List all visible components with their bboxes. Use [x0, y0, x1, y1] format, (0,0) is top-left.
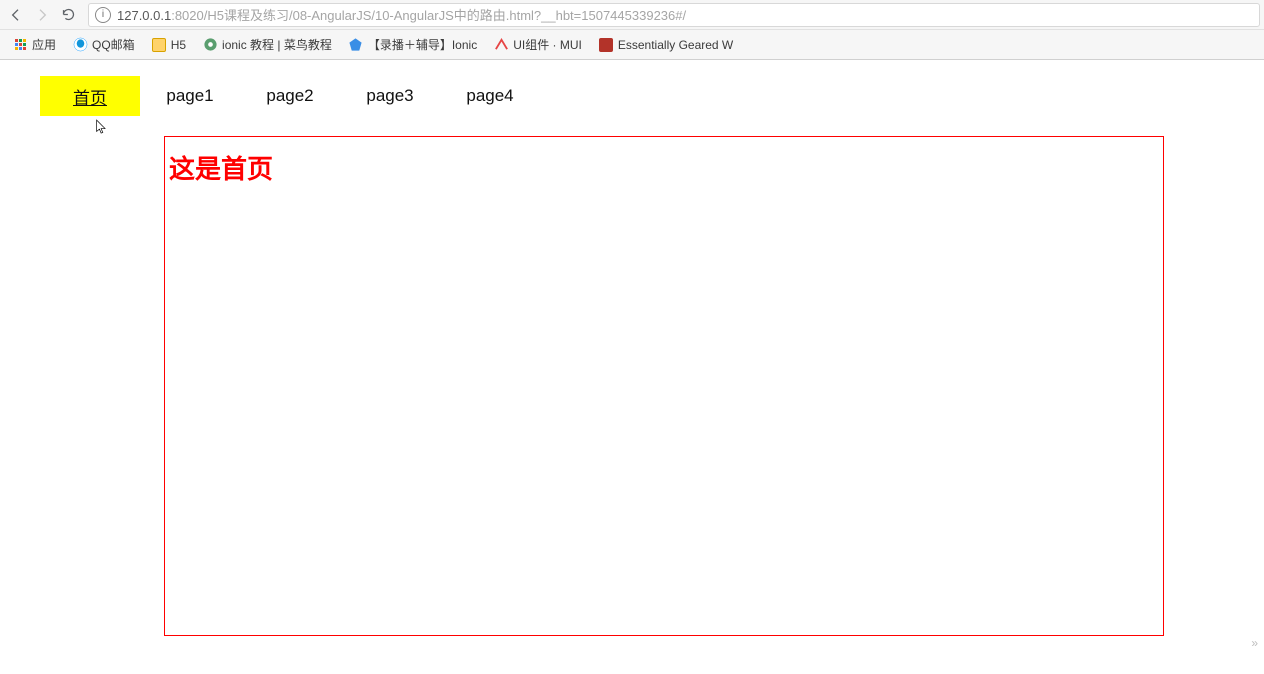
bookmark-mui[interactable]: UI组件 · MUI — [489, 34, 586, 55]
bookmark-ionic-course[interactable]: 【录播＋辅导】Ionic — [344, 34, 481, 55]
ionic-icon — [202, 37, 218, 53]
tab-page3[interactable]: page3 — [340, 76, 440, 116]
bookmark-h5[interactable]: H5 — [147, 35, 190, 55]
bookmarks-bar: 应用 QQ邮箱 H5 ionic 教程 | 菜鸟教程 【录播＋辅导】Ionic … — [0, 30, 1264, 60]
bookmark-ionic[interactable]: ionic 教程 | 菜鸟教程 — [198, 34, 336, 55]
eg-icon — [598, 37, 614, 53]
bookmark-label: Essentially Geared W — [618, 38, 733, 52]
bookmark-label: UI组件 · MUI — [513, 36, 582, 53]
bookmark-label: H5 — [171, 38, 186, 52]
tab-label: page2 — [266, 86, 313, 106]
tab-label: page3 — [366, 86, 413, 106]
bookmark-label: 应用 — [32, 36, 56, 53]
view-heading: 这是首页 — [165, 137, 1163, 186]
browser-nav-bar: i 127.0.0.1:8020/H5课程及练习/08-AngularJS/10… — [0, 0, 1264, 30]
tab-label: page4 — [466, 86, 513, 106]
bookmark-essentially-geared[interactable]: Essentially Geared W — [594, 35, 737, 55]
bookmark-label: ionic 教程 | 菜鸟教程 — [222, 36, 332, 53]
bookmark-label: QQ邮箱 — [92, 36, 135, 53]
tab-page4[interactable]: page4 — [440, 76, 540, 116]
url-host: 127.0.0.1:8020/H5课程及练习/08-AngularJS/10-A… — [117, 5, 686, 24]
tab-home[interactable]: 首页 — [40, 76, 140, 116]
tab-page2[interactable]: page2 — [240, 76, 340, 116]
page-content: 首页 page1 page2 page3 page4 这是首页 — [0, 60, 1264, 666]
apps-icon — [12, 37, 28, 53]
qq-icon — [72, 37, 88, 53]
diamond-icon — [348, 37, 364, 53]
router-view: 这是首页 — [164, 136, 1164, 636]
folder-icon — [151, 37, 167, 53]
bookmark-apps[interactable]: 应用 — [8, 34, 60, 55]
mui-icon — [493, 37, 509, 53]
site-info-icon[interactable]: i — [95, 7, 111, 23]
reload-button[interactable] — [56, 3, 80, 27]
back-button[interactable] — [4, 3, 28, 27]
forward-button[interactable] — [30, 3, 54, 27]
tab-label: 首页 — [73, 84, 107, 109]
tab-label: page1 — [166, 86, 213, 106]
bookmarks-overflow-icon[interactable]: » — [1251, 636, 1258, 650]
route-tabs: 首页 page1 page2 page3 page4 — [40, 76, 1264, 116]
address-bar[interactable]: i 127.0.0.1:8020/H5课程及练习/08-AngularJS/10… — [88, 3, 1260, 27]
tab-page1[interactable]: page1 — [140, 76, 240, 116]
bookmark-label: 【录播＋辅导】Ionic — [368, 36, 477, 53]
bookmark-qqmail[interactable]: QQ邮箱 — [68, 34, 139, 55]
cursor-icon — [91, 117, 109, 139]
